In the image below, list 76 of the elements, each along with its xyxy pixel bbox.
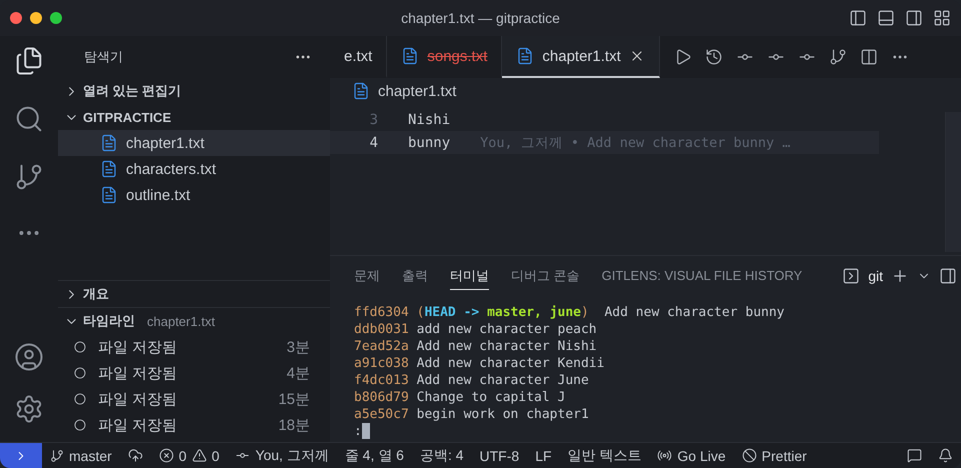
indent-status[interactable]: 공백: 4: [412, 446, 472, 464]
file-icon: [352, 82, 370, 100]
broadcast-icon: [657, 448, 672, 463]
terminal-name[interactable]: git: [868, 268, 883, 284]
timeline-item[interactable]: 파일 저장됨 4분: [58, 360, 330, 386]
file-item[interactable]: chapter1.txt: [58, 130, 330, 156]
file-icon: [100, 186, 118, 204]
timeline-item[interactable]: 파일 저장됨 15분: [58, 386, 330, 412]
log-line: ddb0031 add new character peach: [354, 321, 598, 338]
log-line: b806d79 Change to capital J: [354, 389, 566, 406]
section-header[interactable]: 열려 있는 편집기: [58, 78, 330, 104]
file-item[interactable]: characters.txt: [58, 156, 330, 182]
window-title: chapter1.txt — gitpractice: [401, 10, 560, 26]
sidebar-title: 탐색기: [84, 48, 123, 66]
prettier-status[interactable]: Prettier: [734, 448, 815, 464]
history-icon[interactable]: [704, 48, 723, 66]
log-line: a91c038 Add new character Kendii: [354, 355, 606, 372]
log-line: f4dc013 Add new character June: [354, 372, 590, 389]
log-line: a5e50c7 begin work on chapter1: [354, 406, 590, 423]
panel-bottom-icon[interactable]: [877, 9, 895, 27]
panel-tab[interactable]: GITLENS: VISUAL FILE HISTORY: [602, 264, 802, 288]
panel-tab[interactable]: 디버그 콘솔: [511, 262, 580, 290]
log-line: 7ead52a Add new character Nishi: [354, 338, 598, 355]
go-live-button[interactable]: Go Live: [649, 448, 734, 464]
account-icon[interactable]: [14, 342, 44, 372]
file-item[interactable]: outline.txt: [58, 182, 330, 208]
bell-icon: [938, 448, 953, 463]
ban-icon: [742, 448, 757, 463]
editor-tab[interactable]: chapter1.txt: [502, 36, 660, 78]
panel-right-icon[interactable]: [905, 9, 923, 27]
file-icon: [100, 160, 118, 178]
timeline-item[interactable]: 파일 저장됨 3분: [58, 334, 330, 360]
circle-icon: [74, 393, 86, 405]
timeline-file: chapter1.txt: [147, 314, 215, 328]
panel-tab[interactable]: 문제: [354, 262, 380, 290]
layout-icon[interactable]: [933, 9, 951, 27]
maximize-button[interactable]: [50, 12, 62, 24]
branch-status[interactable]: master: [42, 448, 120, 464]
section-header[interactable]: 타임라인 chapter1.txt: [58, 308, 330, 334]
section-header[interactable]: 개요: [58, 281, 330, 307]
terminal-prompt: :: [354, 424, 362, 439]
eol-status[interactable]: LF: [527, 448, 560, 464]
plus-icon[interactable]: [891, 267, 909, 285]
split-editor-icon[interactable]: [860, 48, 878, 66]
circle-icon: [74, 341, 86, 353]
breadcrumb[interactable]: chapter1.txt: [330, 78, 961, 104]
circle-icon: [74, 367, 86, 379]
search-icon[interactable]: [14, 104, 44, 134]
cursor-position[interactable]: 줄 4, 열 6: [336, 446, 412, 464]
circle-icon: [74, 419, 86, 431]
source-control-icon[interactable]: [14, 162, 44, 192]
feedback-icon: [907, 448, 922, 463]
timeline-item[interactable]: 파일 저장됨 18분: [58, 412, 330, 438]
close-button[interactable]: [10, 12, 22, 24]
branch-icon: [50, 448, 64, 462]
panel-icon[interactable]: [939, 267, 957, 285]
encoding-status[interactable]: UTF-8: [472, 448, 528, 464]
panel-tab[interactable]: 터미널: [450, 262, 489, 290]
panel-left-icon[interactable]: [849, 9, 867, 27]
section-header[interactable]: GITPRACTICE: [58, 104, 330, 130]
problems-status[interactable]: 0 0: [150, 448, 228, 464]
blame-status[interactable]: You, 그저께: [227, 446, 337, 464]
minimize-button[interactable]: [30, 12, 42, 24]
code-line: 3 Nishi: [368, 110, 452, 130]
log-line: ffd6304 (HEAD -> master, june) Add new character bunny: [354, 304, 786, 321]
files-icon[interactable]: [14, 46, 44, 76]
error-icon: [158, 448, 174, 463]
terminal-icon: [842, 267, 860, 285]
language-status[interactable]: 일반 텍스트: [560, 446, 650, 464]
branch-icon[interactable]: [828, 48, 847, 66]
cloud-upload-icon: [128, 448, 143, 463]
panel-tab[interactable]: 출력: [402, 262, 428, 290]
warning-icon: [192, 448, 207, 463]
settings-icon[interactable]: [14, 394, 44, 424]
terminal-cursor: [362, 423, 370, 440]
file-icon: [100, 134, 118, 152]
